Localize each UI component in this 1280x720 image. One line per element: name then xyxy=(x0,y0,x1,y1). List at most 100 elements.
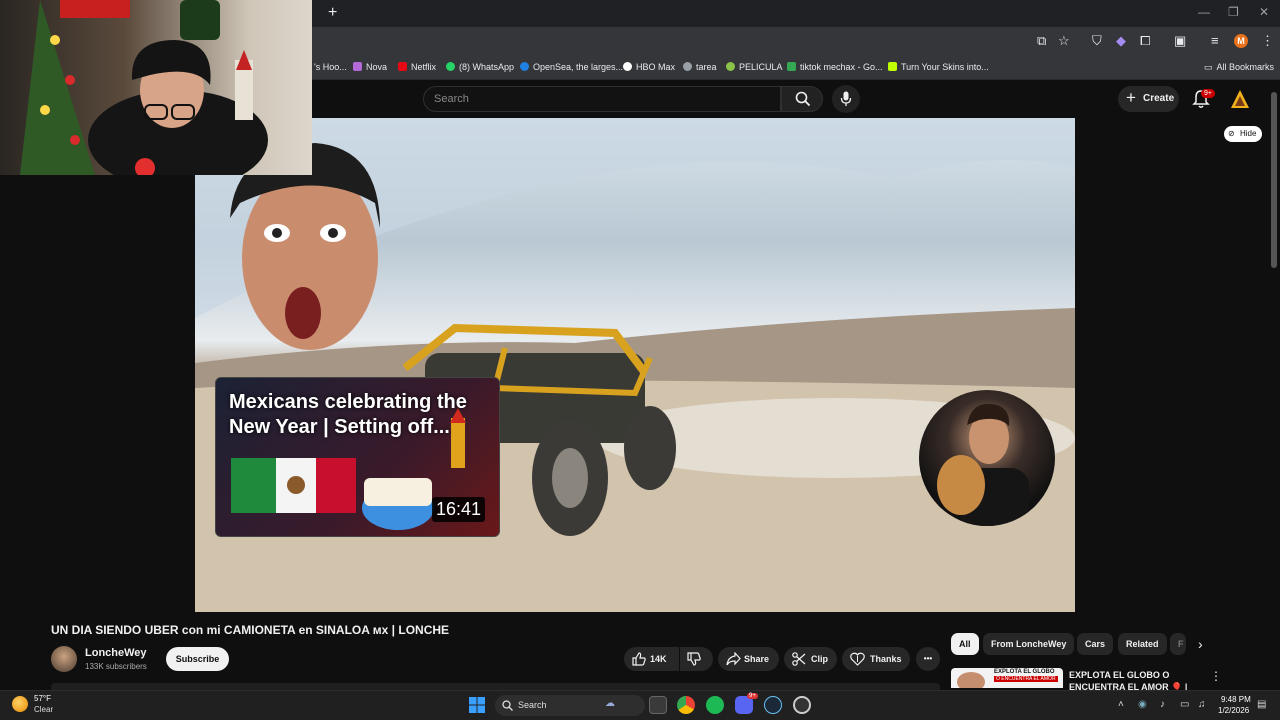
bookmark-item[interactable]: Turn Your Skins into... xyxy=(888,62,989,72)
thumbs-down-icon xyxy=(687,652,701,666)
channel-avatar[interactable] xyxy=(51,646,77,672)
chip-related[interactable]: Related xyxy=(1118,633,1167,655)
extension-icon[interactable]: ◆ xyxy=(1116,33,1126,49)
minimize-icon[interactable]: — xyxy=(1198,5,1210,19)
chevron-right-icon[interactable]: › xyxy=(1198,636,1203,652)
display-icon[interactable]: ▭ xyxy=(1180,699,1189,710)
hbo-max-icon xyxy=(623,62,632,71)
notification-center-icon[interactable]: ▤ xyxy=(1257,699,1266,710)
install-app-icon[interactable]: ⧉ xyxy=(1037,33,1046,49)
clock-time[interactable]: 9:48 PM xyxy=(1221,695,1251,704)
search-button[interactable] xyxy=(781,86,823,112)
chip-all[interactable]: All xyxy=(951,633,979,655)
bookmark-star-icon[interactable]: ☆ xyxy=(1058,33,1070,49)
webcam-overlay xyxy=(0,0,312,175)
skins-icon xyxy=(888,62,897,71)
side-panel-icon[interactable]: ▣ xyxy=(1174,33,1186,49)
video-player[interactable] xyxy=(195,118,1075,612)
bookmark-item[interactable]: tiktok mechax - Go... xyxy=(787,62,883,72)
subscribe-button[interactable]: Subscribe xyxy=(166,647,229,671)
weather-moon-icon[interactable] xyxy=(12,696,28,712)
search-icon xyxy=(502,700,513,711)
page-scrollbar[interactable] xyxy=(1271,92,1277,268)
shield-extension-icon[interactable]: ⛉ xyxy=(1092,33,1102,49)
video-title: UN DIA SIENDO UBER con mi CAMIONETA en S… xyxy=(51,623,450,637)
scissors-icon xyxy=(792,652,806,666)
endcard-title: Mexicans celebrating the New Year | Sett… xyxy=(229,391,467,438)
opensea-icon xyxy=(520,62,529,71)
microphone-tray-icon[interactable]: ♪ xyxy=(1160,699,1165,710)
search-icon xyxy=(795,91,811,107)
task-view-icon[interactable] xyxy=(649,696,667,714)
create-button[interactable]: + Create xyxy=(1118,86,1179,112)
video-frame xyxy=(195,118,1075,612)
maximize-icon[interactable]: ❐ xyxy=(1228,5,1239,19)
description-box-edge xyxy=(51,683,940,690)
chip-truncated[interactable]: F xyxy=(1170,633,1186,655)
close-window-icon[interactable]: ✕ xyxy=(1259,5,1269,19)
bookmark-item[interactable]: (8) WhatsApp xyxy=(446,62,514,72)
thanks-button[interactable]: Thanks xyxy=(842,647,910,671)
channel-name[interactable]: LoncheWey xyxy=(85,647,147,659)
new-tab-button[interactable]: + xyxy=(328,4,337,22)
recommended-video-thumbnail[interactable]: EXPLOTA EL GLOBO O ENCUENTRA EL AMOR xyxy=(951,668,1063,688)
discord-badge: 9+ xyxy=(747,693,758,699)
steam-icon[interactable] xyxy=(764,696,782,714)
profile-avatar[interactable]: M xyxy=(1234,34,1248,48)
plus-icon: + xyxy=(1126,88,1136,107)
clip-label: Clip xyxy=(811,654,828,664)
chrome-icon[interactable] xyxy=(677,696,695,714)
weather-condition[interactable]: Clear xyxy=(34,705,53,714)
chip-from-channel[interactable]: From LoncheWey xyxy=(983,633,1075,655)
thumbs-up-icon xyxy=(632,652,646,666)
notification-badge: 9+ xyxy=(1201,89,1215,98)
bookmark-item[interactable]: Nova xyxy=(353,62,387,72)
voice-search-button[interactable] xyxy=(832,85,860,113)
bookmark-item[interactable]: 's Hoo... xyxy=(314,62,347,72)
share-icon xyxy=(726,652,741,666)
like-button[interactable]: 14K xyxy=(624,647,679,671)
search-highlight-icon: ☁ xyxy=(605,698,615,709)
microphone-icon xyxy=(840,91,852,106)
windows-start-icon[interactable] xyxy=(469,697,485,713)
network-icon[interactable]: ◉ xyxy=(1138,699,1147,710)
all-bookmarks-folder[interactable]: ▭ All Bookmarks xyxy=(1204,62,1274,73)
taskbar-search-label: Search xyxy=(518,700,547,710)
webcam-feed xyxy=(20,0,268,175)
volume-icon[interactable]: ♫ xyxy=(1198,699,1206,710)
search-input[interactable]: Search xyxy=(423,86,781,112)
whatsapp-icon xyxy=(446,62,455,71)
clock-date[interactable]: 1/2/2026 xyxy=(1218,706,1249,715)
taskbar-search-box[interactable]: Search ☁ xyxy=(495,695,645,716)
heart-dollar-icon xyxy=(850,652,865,666)
bookmark-item[interactable]: OpenSea, the larges... xyxy=(520,62,623,72)
puzzle-extensions-icon[interactable]: ⧠ xyxy=(1140,33,1150,49)
account-avatar[interactable] xyxy=(1230,89,1250,109)
browser-menu-icon[interactable]: ⋮ xyxy=(1261,33,1274,49)
bookmark-item[interactable]: PELICULA xyxy=(726,62,783,72)
eye-off-icon: ⊘ xyxy=(1228,129,1235,138)
google-drive-icon xyxy=(787,62,796,71)
pelicula-icon xyxy=(726,62,735,71)
tray-overflow-icon[interactable]: ˄ xyxy=(1118,699,1124,710)
media-controls-icon[interactable]: ≡ xyxy=(1211,33,1219,48)
hide-overlays-button[interactable]: ⊘ Hide xyxy=(1224,126,1262,142)
chip-cars[interactable]: Cars xyxy=(1077,633,1114,655)
share-button[interactable]: Share xyxy=(718,647,779,671)
thumb-subcaption: O ENCUENTRA EL AMOR xyxy=(994,676,1058,682)
obs-icon[interactable] xyxy=(793,696,811,714)
bookmark-item[interactable]: HBO Max xyxy=(623,62,675,72)
clip-button[interactable]: Clip xyxy=(784,647,837,671)
channel-photo xyxy=(937,403,1029,526)
globe-icon xyxy=(683,62,692,71)
thumb-face xyxy=(957,672,985,688)
recommended-video-menu-icon[interactable]: ⋮ xyxy=(1210,669,1222,683)
endscreen-channel-circle[interactable] xyxy=(919,390,1055,526)
bookmark-item[interactable]: Netflix xyxy=(398,62,436,72)
dislike-button[interactable] xyxy=(680,647,713,671)
thanks-label: Thanks xyxy=(870,654,902,664)
spotify-icon[interactable] xyxy=(706,696,724,714)
bookmark-item[interactable]: tarea xyxy=(683,62,717,72)
weather-temperature[interactable]: 57°F xyxy=(34,694,51,703)
more-actions-button[interactable]: ••• xyxy=(916,647,940,671)
